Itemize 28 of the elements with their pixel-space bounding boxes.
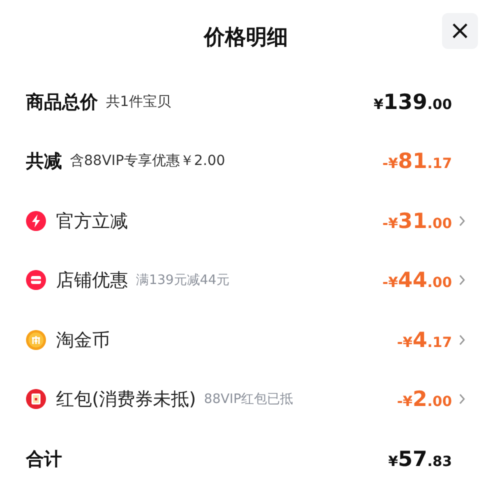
row-label: 官方立减 (56, 210, 128, 233)
amount: -¥31.00 (382, 208, 452, 233)
row-label: 商品总价 (26, 90, 98, 114)
amount: ¥139.00 (374, 90, 452, 114)
row-note: 含88VIP专享优惠￥2.00 (70, 152, 226, 170)
close-button[interactable]: × (442, 13, 478, 49)
coin-icon (26, 330, 46, 350)
row-note: 满139元减44元 (136, 272, 230, 290)
row-note: 88VIP红包已抵 (204, 391, 294, 408)
row-label: 共减 (26, 150, 62, 174)
sheet-title: 价格明细 (204, 24, 288, 51)
amount: -¥2.00 (397, 387, 452, 412)
row-note: 共1件宝贝 (106, 92, 171, 111)
row-label: 店铺优惠 (56, 269, 128, 292)
amount: ¥57.83 (388, 446, 452, 471)
amount: -¥4.17 (397, 328, 452, 352)
store-icon (26, 270, 46, 290)
lightning-icon (26, 210, 46, 231)
envelope-icon (26, 389, 46, 410)
row-label: 红包(消费券未抵) (56, 388, 196, 412)
amount: -¥81.17 (382, 149, 452, 174)
amount: -¥44.00 (382, 268, 452, 292)
chevron-icon[interactable] (458, 393, 466, 406)
chevron-icon[interactable] (458, 214, 466, 227)
chevron-icon[interactable] (458, 334, 466, 346)
chevron-icon[interactable] (458, 274, 466, 286)
row-label: 淘金币 (56, 328, 110, 352)
row-label: 合计 (26, 448, 62, 471)
